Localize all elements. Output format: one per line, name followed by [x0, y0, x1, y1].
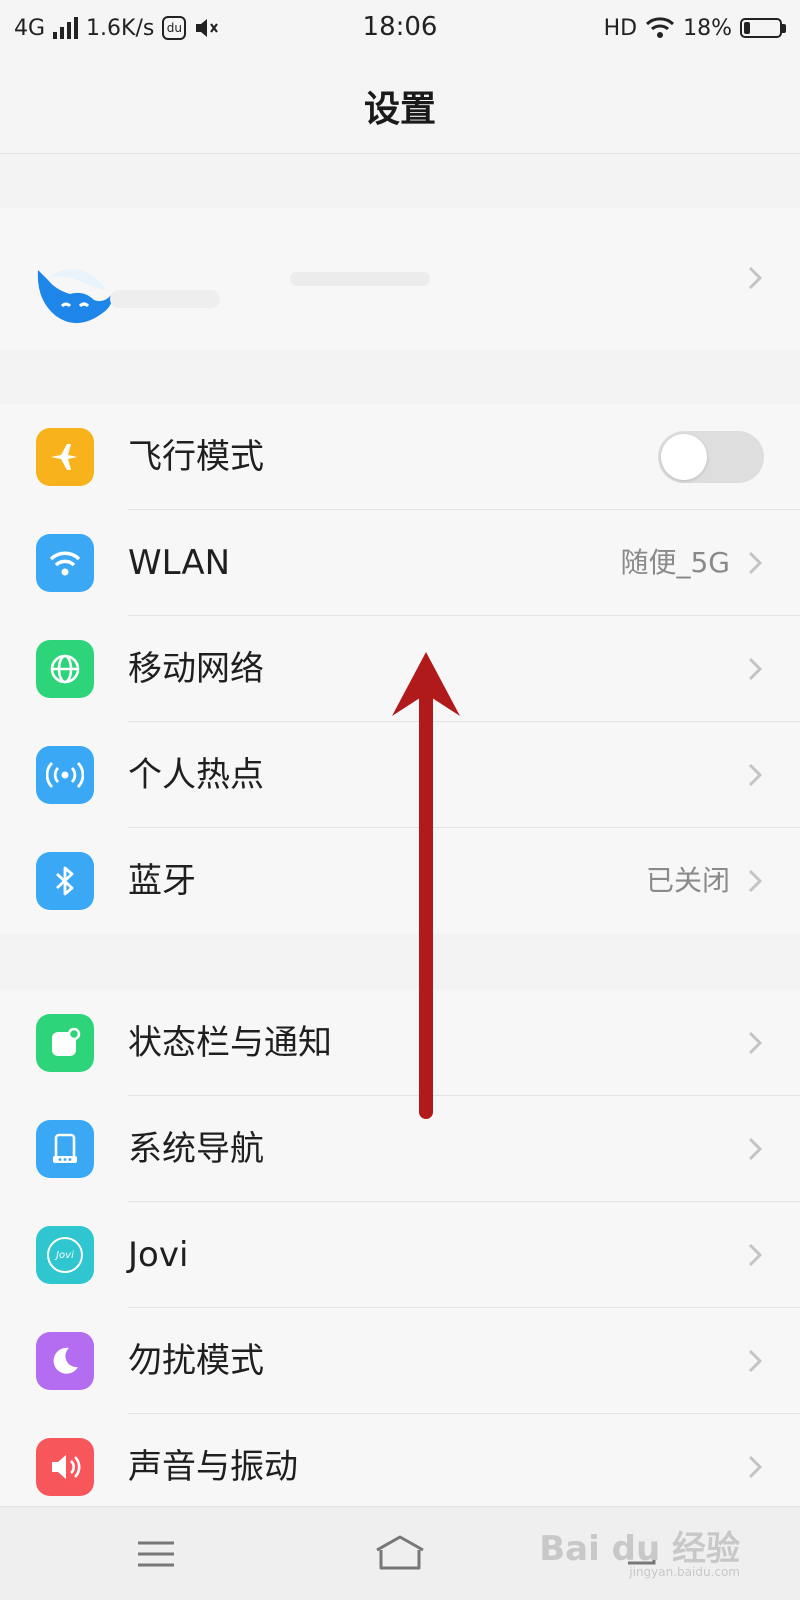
- page-header: 设置: [0, 56, 800, 154]
- status-bar: 4G 1.6K/s du 18:06 HD 18%: [0, 0, 800, 56]
- chevron-right-icon: [748, 657, 763, 681]
- watermark: Bai du 经验: [539, 1529, 740, 1569]
- settings-row-bluetooth[interactable]: 蓝牙 已关闭: [0, 828, 800, 934]
- menu-icon: [138, 1541, 174, 1567]
- row-label: 系统导航: [128, 1129, 264, 1169]
- chevron-right-icon: [748, 266, 763, 290]
- notification-icon: [36, 1014, 94, 1072]
- battery-icon: [740, 18, 786, 38]
- airplane-icon: [36, 428, 94, 486]
- home-button[interactable]: [370, 1529, 430, 1579]
- globe-icon: [36, 640, 94, 698]
- jovi-icon: Jovi: [36, 1226, 94, 1284]
- row-label: 蓝牙: [128, 861, 196, 901]
- account-row[interactable]: [0, 208, 800, 350]
- settings-row-airplane-mode[interactable]: 飞行模式: [0, 404, 800, 510]
- connectivity-section: 飞行模式 WLAN 随便_5G 移动网络 个人热点 蓝牙 已关闭: [0, 404, 800, 934]
- row-label: 移动网络: [128, 649, 264, 689]
- settings-row-sound-vibration[interactable]: 声音与振动: [0, 1414, 800, 1520]
- chevron-right-icon: [748, 551, 763, 575]
- hd-indicator: HD: [603, 15, 638, 41]
- settings-row-mobile-network[interactable]: 移动网络: [0, 616, 800, 722]
- settings-row-jovi[interactable]: Jovi Jovi: [0, 1202, 800, 1308]
- wlan-ssid: 随便_5G: [620, 546, 730, 579]
- status-bar-right: HD 18%: [604, 14, 786, 42]
- row-label: 状态栏与通知: [128, 1023, 332, 1063]
- wifi-status-icon: [646, 17, 675, 38]
- avatar: [37, 269, 113, 324]
- hotspot-icon: [36, 746, 94, 804]
- row-label: 个人热点: [128, 755, 264, 795]
- row-label: 声音与振动: [128, 1447, 298, 1487]
- moon-icon: [36, 1332, 94, 1390]
- settings-row-status-bar-notifications[interactable]: 状态栏与通知: [0, 990, 800, 1096]
- bluetooth-status: 已关闭: [645, 864, 730, 897]
- wifi-icon: [36, 534, 94, 592]
- row-label: 勿扰模式: [128, 1341, 264, 1381]
- watermark-url: jingyan.baidu.com: [629, 1565, 740, 1579]
- system-navigation-bar: Bai du 经验 jingyan.baidu.com: [0, 1506, 800, 1600]
- account-name-redacted: [110, 290, 220, 308]
- chevron-right-icon: [748, 1349, 763, 1373]
- navigation-icon: [36, 1120, 94, 1178]
- chevron-right-icon: [748, 1243, 763, 1267]
- row-label: WLAN: [128, 543, 231, 583]
- settings-row-wlan[interactable]: WLAN 随便_5G: [0, 510, 800, 616]
- chevron-right-icon: [748, 1137, 763, 1161]
- battery-percent: 18%: [683, 15, 732, 41]
- page-title: 设置: [363, 89, 436, 130]
- settings-row-do-not-disturb[interactable]: 勿扰模式: [0, 1308, 800, 1414]
- chevron-right-icon: [748, 869, 763, 893]
- bluetooth-icon: [36, 852, 94, 910]
- settings-row-system-navigation[interactable]: 系统导航: [0, 1096, 800, 1202]
- chevron-right-icon: [748, 1455, 763, 1479]
- jovi-logo: Jovi: [47, 1237, 83, 1273]
- row-label: Jovi: [128, 1235, 189, 1275]
- account-id-redacted: [290, 272, 430, 286]
- airplane-mode-toggle[interactable]: [658, 431, 764, 483]
- speaker-icon: [36, 1438, 94, 1496]
- toggle-knob: [661, 434, 707, 480]
- home-icon: [376, 1535, 424, 1570]
- system-section: 状态栏与通知 系统导航 Jovi Jovi 勿扰模式 声音与振动: [0, 990, 800, 1506]
- settings-row-hotspot[interactable]: 个人热点: [0, 722, 800, 828]
- menu-button[interactable]: [126, 1529, 186, 1579]
- chevron-right-icon: [748, 763, 763, 787]
- chevron-right-icon: [748, 1031, 763, 1055]
- row-label: 飞行模式: [128, 437, 264, 477]
